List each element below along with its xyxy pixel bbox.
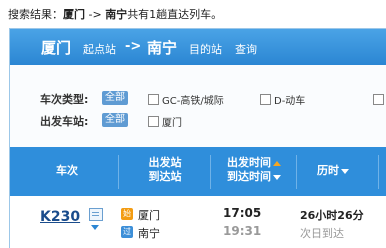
arrival-day: 次日到达 xyxy=(300,227,344,240)
header-divider xyxy=(210,155,211,189)
gc-checkbox-label: GC-高铁/城际 xyxy=(162,96,224,107)
route-from-city: 厦门 xyxy=(41,39,72,57)
depart-station: 厦门 xyxy=(138,209,160,222)
arrive-time: 19:31 xyxy=(223,224,262,238)
gc-checkbox[interactable] xyxy=(148,94,159,105)
filter-area: 车次类型: 全部 GC-高铁/城际 D-动车 出发车站: 全部 厦门 xyxy=(10,65,386,148)
header-times[interactable]: 出发时间 到达时间 xyxy=(216,156,292,184)
depart-time: 17:05 xyxy=(223,206,262,220)
arrive-station: 南宁 xyxy=(138,227,160,240)
summary-suffix: 共有1趟直达列车。 xyxy=(127,8,223,21)
depart-station-all-button[interactable]: 全部 xyxy=(102,113,128,127)
table-header: 车次 出发站 到达站 出发时间 到达时间 历时 xyxy=(10,147,386,196)
header-divider xyxy=(378,155,379,189)
xiamen-checkbox-label: 厦门 xyxy=(162,118,182,129)
header-divider xyxy=(118,155,119,189)
table-row: K230 始 厦门 过 南宁 17:05 19:31 26小时26分 次日到达 xyxy=(10,196,386,248)
route-to-tag: 目的站 xyxy=(189,43,222,56)
header-duration-label: 历时 xyxy=(317,164,339,177)
d-checkbox[interactable] xyxy=(260,94,271,105)
summary-prefix: 搜索结果： xyxy=(8,8,63,21)
header-depart-station: 出发站 xyxy=(148,156,182,169)
results-panel: 厦门 起点站 -> 南宁 目的站 查询 车次类型: 全部 GC-高铁/城际 D-… xyxy=(9,28,386,248)
route-from-tag: 起点站 xyxy=(83,43,116,56)
route-bar: 厦门 起点站 -> 南宁 目的站 查询 xyxy=(10,29,386,65)
summary-to: 南宁 xyxy=(105,8,128,21)
duration-sort-icon xyxy=(341,168,349,174)
header-train[interactable]: 车次 xyxy=(42,164,92,178)
route-query-link[interactable]: 查询 xyxy=(235,41,257,57)
start-station-badge: 始 xyxy=(121,208,133,220)
expand-icon[interactable] xyxy=(91,225,99,230)
depart-station-label: 出发车站: xyxy=(40,115,89,128)
header-stations[interactable]: 出发站 到达站 xyxy=(130,156,200,184)
sort-asc-icon xyxy=(273,160,281,166)
train-number-link[interactable]: K230 xyxy=(40,209,80,225)
train-type-all-button[interactable]: 全部 xyxy=(102,91,128,105)
route-to-city: 南宁 xyxy=(147,39,178,57)
route-arrow: -> xyxy=(125,39,142,54)
sort-desc-icon xyxy=(273,174,281,180)
xiamen-checkbox[interactable] xyxy=(148,116,159,127)
header-arrive-time: 到达时间 xyxy=(227,170,271,183)
header-duration[interactable]: 历时 xyxy=(308,164,358,178)
duration: 26小时26分 xyxy=(300,209,364,222)
summary-from: 厦门 xyxy=(63,8,85,21)
header-arrive-station: 到达站 xyxy=(148,170,182,183)
header-divider xyxy=(296,155,297,189)
search-summary: 搜索结果：厦门 -> 南宁共有1趟直达列车。 xyxy=(8,6,222,22)
pass-station-badge: 过 xyxy=(121,226,133,238)
more-type-checkbox[interactable] xyxy=(373,94,384,105)
document-icon[interactable] xyxy=(89,208,103,221)
d-checkbox-label: D-动车 xyxy=(274,96,306,107)
header-depart-time: 出发时间 xyxy=(227,156,271,169)
train-type-label: 车次类型: xyxy=(40,93,89,106)
summary-arrow: -> xyxy=(88,8,102,21)
